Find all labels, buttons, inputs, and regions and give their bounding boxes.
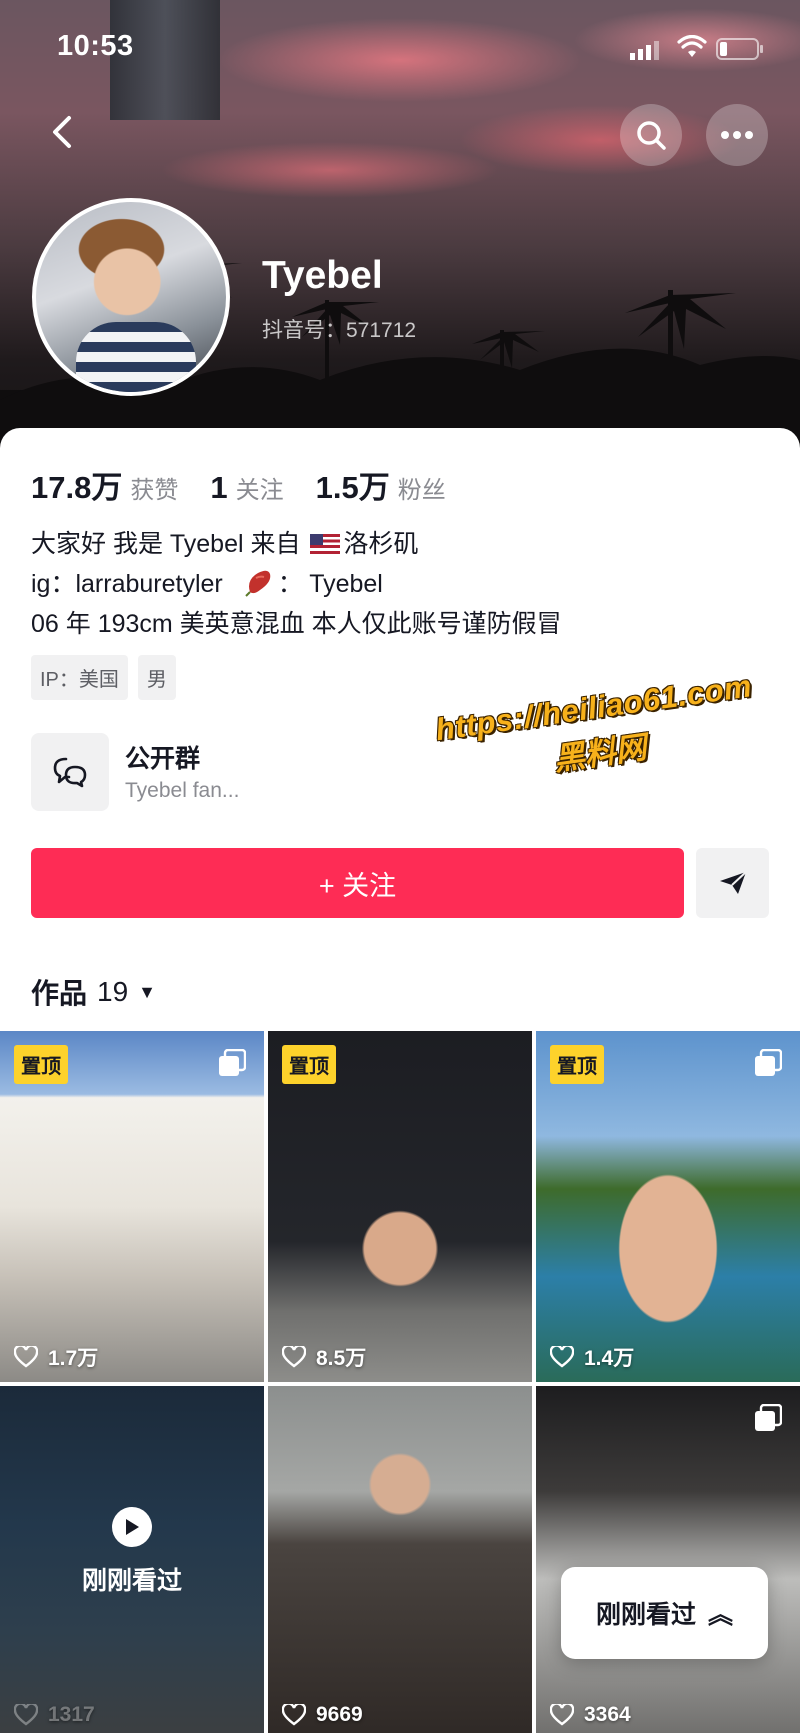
play-icon [112, 1506, 152, 1547]
recently-viewed-pill-label: 刚刚看过 [595, 1601, 696, 1629]
like-count-text: 3364 [584, 1703, 631, 1726]
gender-tag: 男 [137, 655, 176, 700]
video-tile[interactable]: 置顶 8.5万 [268, 1031, 532, 1382]
follow-button[interactable]: + 关注 [31, 848, 684, 918]
chevron-up-double-icon: ︽ [708, 1601, 734, 1629]
bio-line-2-ig: ig：larraburetyler [31, 570, 223, 598]
wifi-icon [677, 35, 707, 57]
profile-page: 10:53 Tyebel 抖音号：571712 17.8万 获赞 1 关注 1.… [0, 0, 800, 1733]
ip-tag: IP：美国 [31, 655, 128, 700]
send-icon [719, 871, 747, 894]
group-subtitle: Tyebel fan... [125, 779, 240, 802]
like-count: 8.5万 [282, 1342, 366, 1372]
heart-outline-icon [282, 1346, 306, 1368]
profile-stats: 17.8万 获赞 1 关注 1.5万 粉丝 [31, 462, 478, 507]
avatar-shirt [76, 322, 196, 392]
douyin-id[interactable]: 抖音号：571712 [262, 314, 427, 344]
battery-icon [716, 38, 763, 60]
multi-image-icon [219, 1049, 246, 1076]
works-label: 作品 [31, 978, 88, 1009]
video-tile[interactable]: 刚刚看过 1317 [0, 1386, 264, 1733]
like-count: 1317 [14, 1703, 95, 1727]
pinned-badge: 置顶 [282, 1045, 336, 1084]
us-flag-icon [310, 534, 341, 554]
back-button[interactable] [40, 110, 84, 154]
group-icon-box [31, 733, 109, 811]
status-bar: 10:53 [0, 0, 800, 96]
followers-label: 粉丝 [397, 477, 446, 504]
recently-viewed-label: 刚刚看过 [81, 1566, 182, 1595]
heart-outline-icon [282, 1704, 306, 1726]
username: Tyebel [262, 254, 383, 297]
bio-line-3: 06 年 193cm 美英意混血 本人仅此账号谨防假冒 [31, 610, 562, 638]
like-count-text: 1317 [48, 1703, 95, 1726]
pinned-badge: 置顶 [14, 1045, 68, 1084]
avatar[interactable] [32, 198, 230, 396]
signal-icon [630, 41, 659, 60]
search-icon [637, 121, 666, 150]
video-tile[interactable]: 3364 [536, 1386, 800, 1733]
public-group-entry[interactable]: 公开群 Tyebel fan... [31, 733, 431, 811]
video-tile[interactable]: 9669 [268, 1386, 532, 1733]
more-button[interactable] [706, 104, 768, 166]
more-dots-icon [721, 131, 753, 139]
like-count-text: 1.4万 [584, 1347, 635, 1370]
following-label: 关注 [235, 477, 284, 504]
bio-line-1: 大家好 我是 Tyebel 来自 洛杉矶 [31, 524, 562, 564]
search-button[interactable] [620, 104, 682, 166]
heart-outline-icon [550, 1704, 574, 1726]
like-count: 1.7万 [14, 1342, 98, 1372]
pinned-badge: 置顶 [550, 1045, 604, 1084]
status-time: 10:53 [57, 30, 134, 62]
followers-count[interactable]: 1.5万 [316, 462, 390, 507]
like-count-text: 8.5万 [316, 1347, 367, 1370]
works-count: 19 [97, 976, 129, 1007]
video-tile[interactable]: 置顶 1.7万 [0, 1031, 264, 1382]
like-count: 9669 [282, 1703, 363, 1727]
bio-line-1-text: 大家好 我是 Tyebel 来自 [31, 530, 301, 558]
heart-outline-icon [14, 1704, 38, 1726]
multi-image-icon [755, 1049, 782, 1076]
bio-line-2: ig：larraburetyler ： Tyebel [31, 564, 562, 604]
multi-image-icon [755, 1404, 782, 1431]
likes-count[interactable]: 17.8万 [31, 462, 122, 507]
like-count-text: 1.7万 [48, 1347, 99, 1370]
heart-outline-icon [550, 1346, 574, 1368]
chevron-left-icon [53, 116, 71, 148]
heart-outline-icon [14, 1346, 38, 1368]
following-count[interactable]: 1 [210, 470, 227, 506]
like-count-text: 9669 [316, 1703, 363, 1726]
likes-label: 获赞 [130, 477, 179, 504]
recently-viewed-overlay: 刚刚看过 [0, 1386, 264, 1733]
group-title: 公开群 [125, 745, 201, 773]
recently-viewed-button[interactable]: 刚刚看过 ︽ [561, 1567, 768, 1659]
sweet-potato-icon [244, 570, 270, 597]
chat-bubbles-icon [53, 757, 87, 788]
works-tab[interactable]: 作品 19 ▼ [31, 972, 156, 1012]
bio: 大家好 我是 Tyebel 来自 洛杉矶 ig：larraburetyler ：… [31, 524, 562, 644]
share-button[interactable] [696, 848, 769, 918]
caret-down-icon: ▼ [138, 981, 156, 1002]
video-tile[interactable]: 置顶 1.4万 [536, 1031, 800, 1382]
bio-line-2-redbook: ： Tyebel [277, 570, 383, 598]
profile-tags: IP：美国 男 [31, 655, 176, 700]
like-count: 3364 [550, 1703, 631, 1727]
bio-line-1-city: 洛杉矶 [343, 530, 419, 558]
like-count: 1.4万 [550, 1342, 634, 1372]
